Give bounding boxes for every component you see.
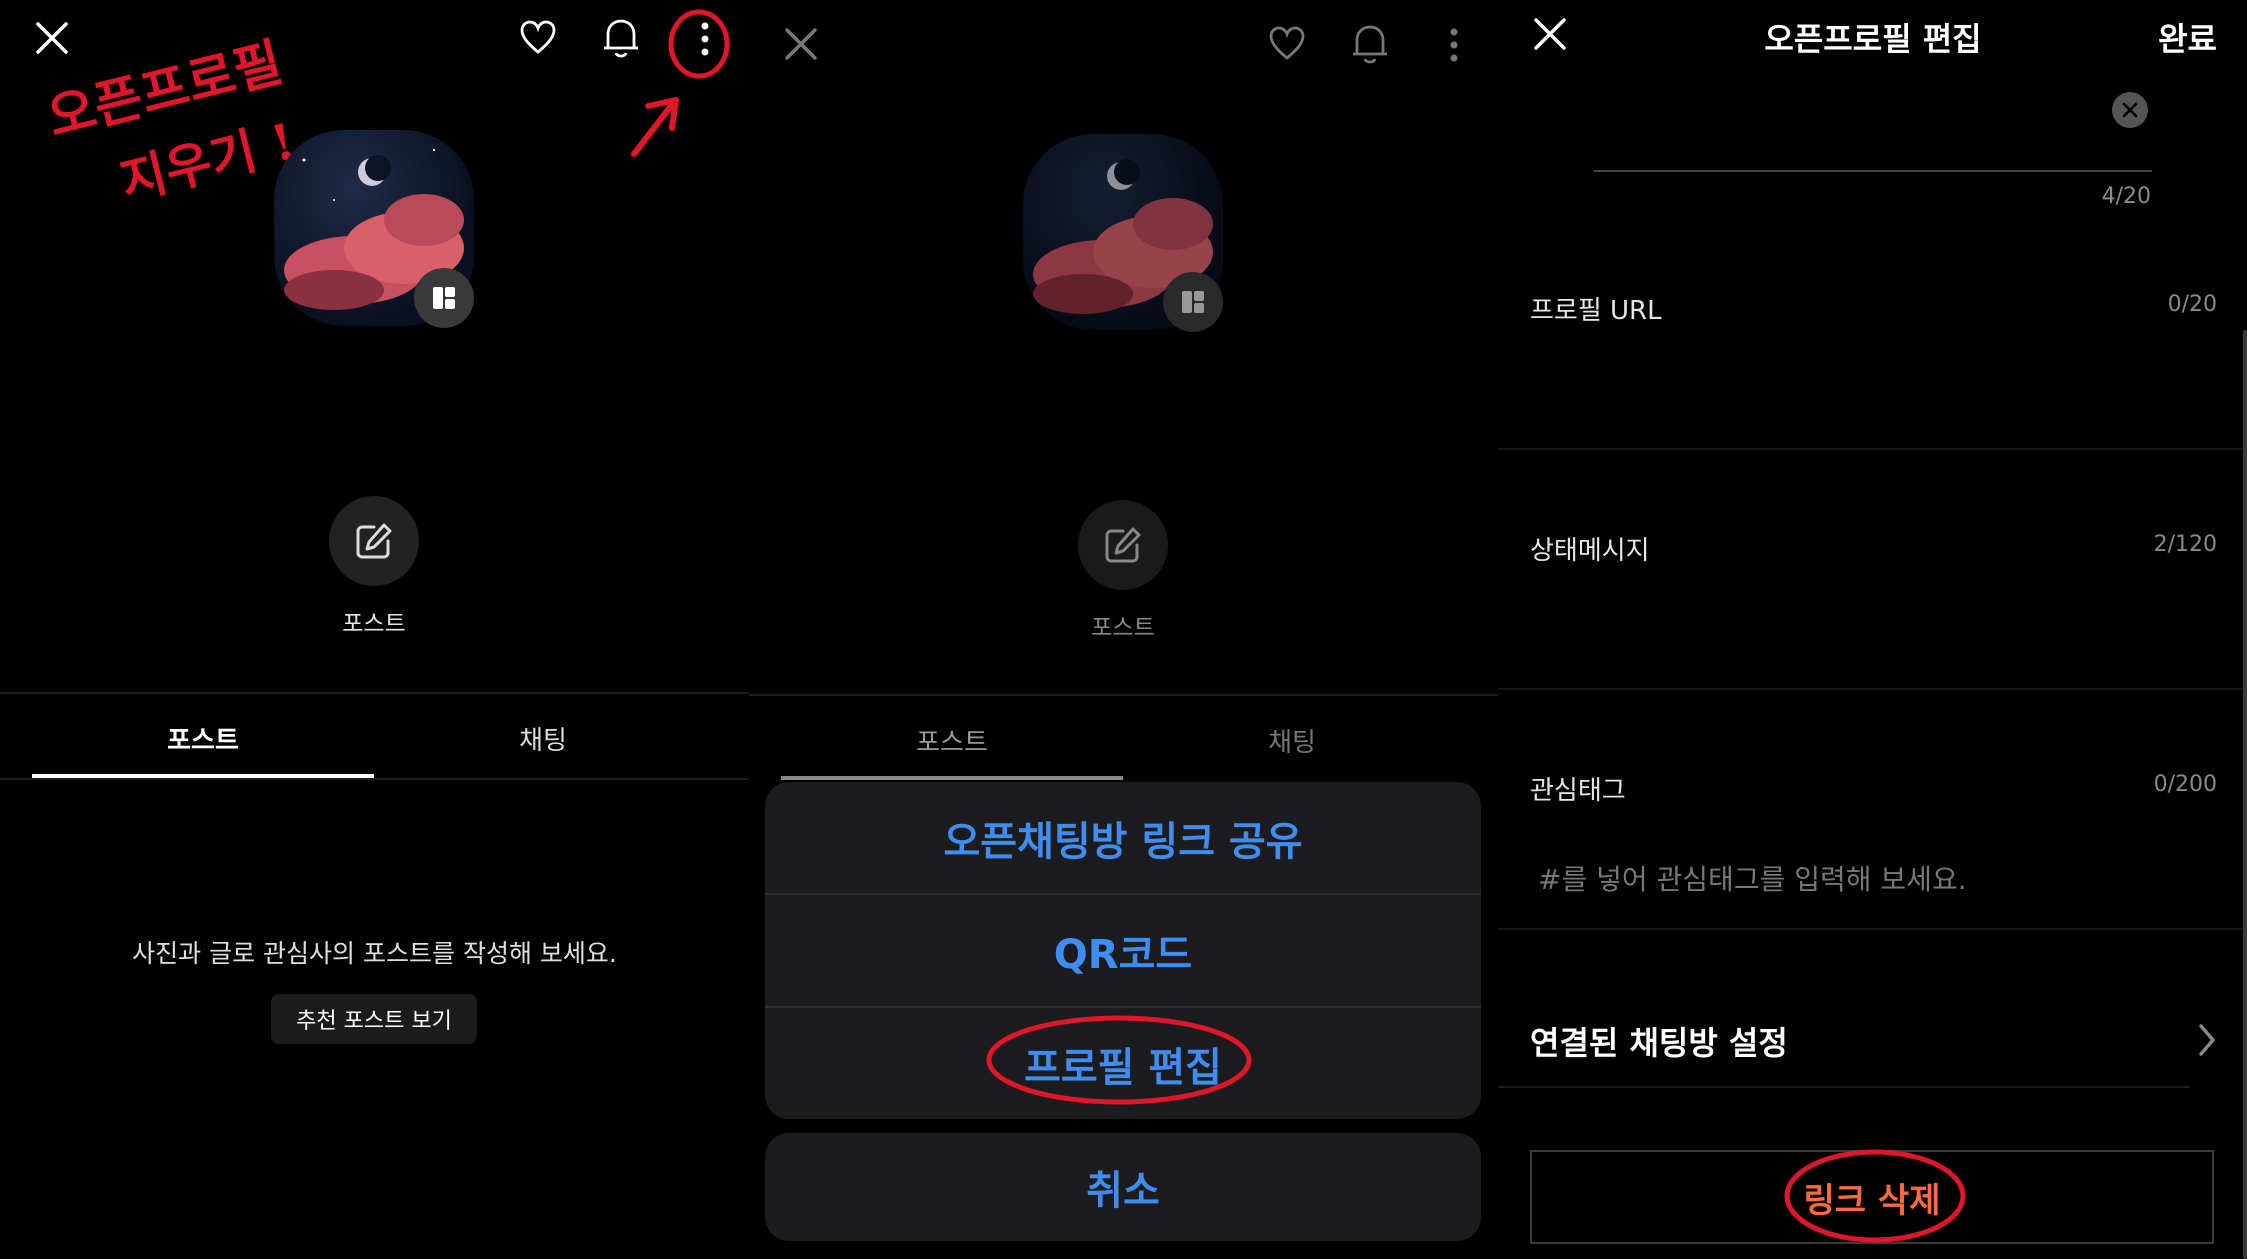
post-button-label: 포스트	[342, 611, 406, 637]
annotation-arrow	[626, 92, 686, 166]
tag-label: 관심태그	[1530, 776, 1626, 806]
name-count: 4/20	[2101, 184, 2151, 209]
more-vertical-icon[interactable]	[1439, 20, 1469, 70]
tag-count: 0/200	[2153, 772, 2217, 797]
panel-action-sheet: 포스트 포스트 채팅 오픈채팅방 링크 공유 QR코드 프로필 편집 취소	[749, 0, 1498, 1259]
qr-code-option[interactable]: QR코드	[765, 895, 1481, 1008]
divider	[1498, 448, 2247, 450]
post-button-label: 포스트	[1091, 615, 1155, 641]
page-title: 오픈프로필 편집	[1764, 20, 1982, 58]
share-link-option[interactable]: 오픈채팅방 링크 공유	[765, 782, 1481, 895]
layout-icon[interactable]	[1163, 272, 1223, 332]
tab-post[interactable]: 포스트	[787, 722, 1117, 759]
heart-icon[interactable]	[518, 18, 558, 58]
cancel-button[interactable]: 취소	[765, 1133, 1481, 1241]
divider	[749, 694, 1498, 696]
url-count: 0/20	[2167, 292, 2217, 317]
linked-chatroom-settings[interactable]: 연결된 채팅방 설정	[1530, 1018, 1788, 1064]
divider	[1498, 1086, 2190, 1088]
done-button[interactable]: 완료	[2158, 14, 2217, 60]
tab-indicator	[781, 776, 1123, 780]
tab-chat[interactable]: 채팅	[378, 720, 708, 757]
tab-post[interactable]: 포스트	[38, 720, 368, 757]
panel-profile-view: 오픈프로필 지우기 ! 포스트 포스트 채팅 사진과 글로 관심사의 포스트를 …	[0, 0, 749, 1259]
edit-icon[interactable]	[1078, 500, 1168, 590]
divider	[0, 778, 749, 780]
close-icon[interactable]	[1530, 14, 1570, 54]
edit-icon[interactable]	[329, 496, 419, 586]
tab-chat[interactable]: 채팅	[1127, 722, 1457, 759]
divider	[1498, 688, 2247, 690]
name-field-underline[interactable]	[1594, 170, 2152, 172]
tag-input[interactable]: #를 넣어 관심태그를 입력해 보세요.	[1538, 858, 1967, 898]
close-icon[interactable]	[781, 24, 821, 64]
chevron-right-icon[interactable]	[2197, 1022, 2217, 1058]
scrollbar[interactable]	[2243, 330, 2247, 1259]
bell-icon[interactable]	[600, 16, 642, 60]
close-icon[interactable]	[32, 18, 72, 58]
status-label: 상태메시지	[1530, 536, 1650, 566]
status-count: 2/120	[2153, 532, 2217, 557]
layout-icon[interactable]	[414, 268, 474, 328]
annotation-circle	[1782, 1146, 1968, 1250]
url-label: 프로필 URL	[1530, 296, 1662, 326]
bell-icon[interactable]	[1349, 22, 1391, 66]
annotation-circle	[666, 8, 732, 84]
clear-icon[interactable]	[2112, 92, 2148, 128]
recommend-post-button[interactable]: 추천 포스트 보기	[271, 994, 477, 1044]
divider	[1498, 928, 2247, 930]
divider	[0, 692, 749, 694]
heart-icon[interactable]	[1267, 24, 1307, 64]
annotation-circle	[984, 1012, 1254, 1112]
empty-message: 사진과 글로 관심사의 포스트를 작성해 보세요.	[132, 939, 617, 968]
panel-edit-profile: 오픈프로필 편집 완료 4/20 프로필 URL 0/20 상태메시지 2/12…	[1498, 0, 2247, 1259]
